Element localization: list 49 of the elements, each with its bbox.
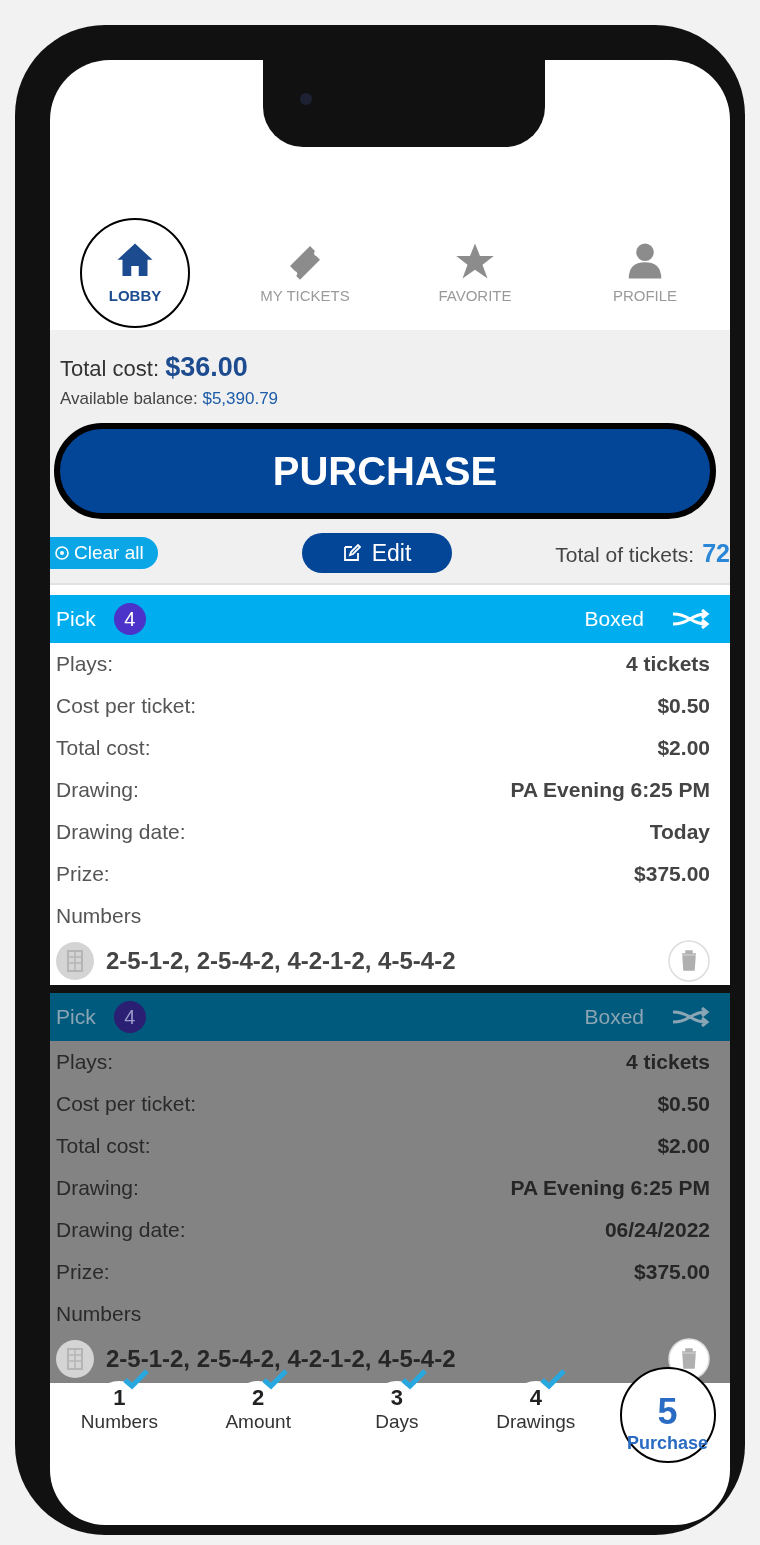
reset-icon <box>54 545 70 561</box>
field-label: Drawing date: <box>56 820 186 844</box>
field-label: Prize: <box>56 862 110 886</box>
check-icon <box>538 1367 567 1391</box>
pick-badge: 4 <box>113 1001 146 1033</box>
edit-icon <box>341 543 362 563</box>
shuffle-icon <box>670 609 710 629</box>
field-label: Drawing: <box>56 778 139 802</box>
total-tickets-label: Total of tickets: <box>555 542 695 567</box>
total-cost: Total cost: $36.00 <box>60 352 249 383</box>
ticket-numbers: 2-5-1-2, 2-5-4-2, 4-2-1-2, 4-5-4-2 <box>106 947 457 975</box>
total-tickets-count: 72 <box>702 538 730 568</box>
pick-badge: 4 <box>113 603 146 635</box>
field-label: Plays: <box>56 1050 114 1074</box>
purchase-button[interactable]: PURCHASE <box>54 423 716 519</box>
field-value: PA Evening 6:25 PM <box>510 778 710 802</box>
field-value: PA Evening 6:25 PM <box>510 1176 710 1200</box>
field-value: 4 tickets <box>625 1050 710 1074</box>
game-name: Pick <box>56 1005 96 1029</box>
field-value: $0.50 <box>657 1092 710 1116</box>
step-button[interactable]: 4 Drawings <box>480 1367 591 1433</box>
game-name: Pick <box>56 607 96 631</box>
nav-tab[interactable]: LOBBY <box>80 217 190 328</box>
field-label: Total cost: <box>56 1134 151 1158</box>
clipboard-icon <box>56 1340 94 1378</box>
field-value: 06/24/2022 <box>604 1218 710 1242</box>
numbers-label: Numbers <box>56 1302 142 1326</box>
field-label: Prize: <box>56 1260 110 1284</box>
field-value: Today <box>649 820 710 844</box>
field-value: $0.50 <box>657 694 710 718</box>
numbers-label: Numbers <box>56 904 142 928</box>
field-label: Cost per ticket: <box>56 1092 197 1116</box>
field-label: Drawing date: <box>56 1218 186 1242</box>
field-value: $2.00 <box>657 736 710 760</box>
field-value: $375.00 <box>634 862 710 886</box>
field-value: $375.00 <box>634 1260 710 1284</box>
field-label: Total cost: <box>56 736 151 760</box>
clipboard-icon <box>56 942 94 980</box>
field-label: Drawing: <box>56 1176 139 1200</box>
bet-type: Boxed <box>584 607 644 631</box>
field-label: Plays: <box>56 652 114 676</box>
shuffle-icon <box>670 1007 710 1027</box>
check-icon <box>400 1367 428 1391</box>
field-value: $2.00 <box>657 1134 710 1158</box>
field-value: 4 tickets <box>625 652 710 676</box>
bet-type: Boxed <box>584 1005 644 1029</box>
edit-button[interactable]: Edit <box>301 533 452 573</box>
field-label: Cost per ticket: <box>56 694 197 718</box>
available-balance: Available balance: $5,390.79 <box>60 389 280 409</box>
